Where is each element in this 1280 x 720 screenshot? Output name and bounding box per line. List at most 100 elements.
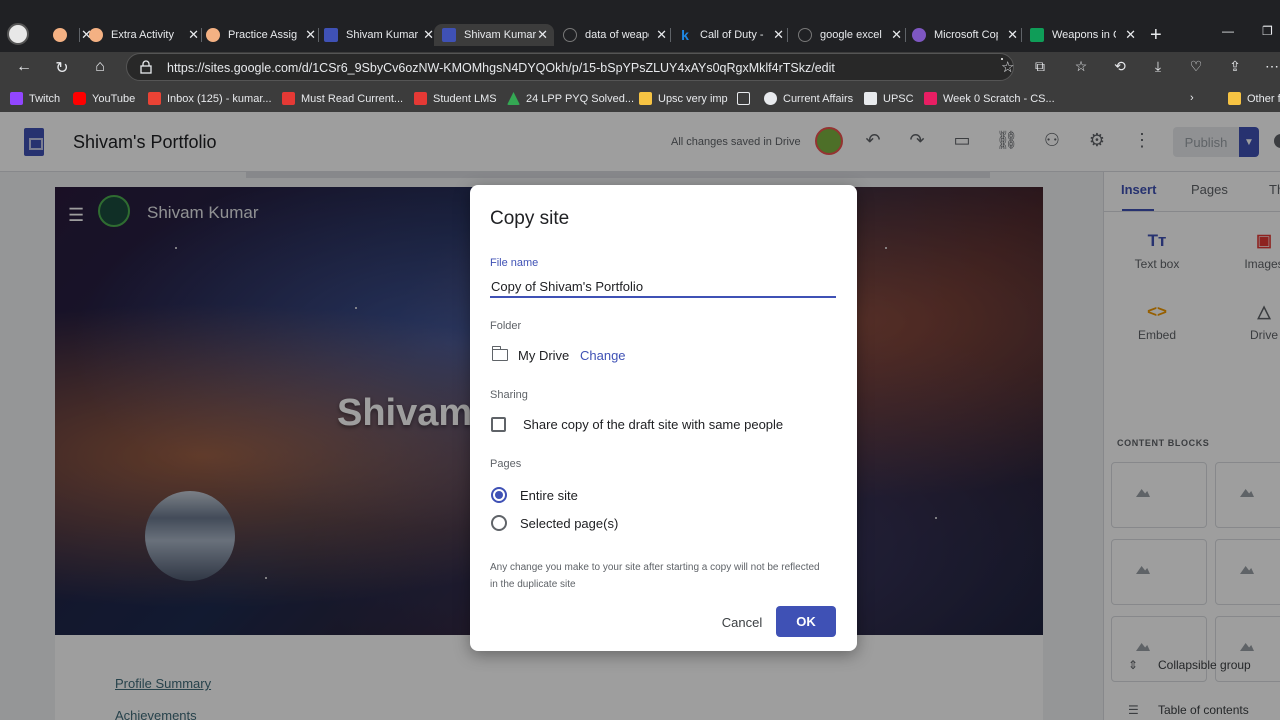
bookmark-item[interactable]: Current Affairs — [764, 92, 853, 105]
share-icon[interactable]: ⇪ — [1225, 58, 1245, 75]
tab-title: Weapons in C — [1052, 29, 1116, 41]
bookmark-favicon-icon — [864, 92, 877, 105]
gmail-icon — [148, 92, 161, 105]
copy-site-dialog: Copy site File name Folder My Drive Chan… — [470, 185, 857, 651]
tab-title: Call of Duty - — [700, 29, 764, 41]
cancel-button[interactable]: Cancel — [711, 607, 773, 637]
tab-title: Shivam Kumar — [346, 29, 419, 41]
tab-title: data of weapo — [585, 29, 649, 41]
selected-pages-label[interactable]: Selected page(s) — [520, 516, 618, 531]
tab-favicon-icon — [1030, 28, 1044, 42]
tab-close-icon[interactable]: ✕ — [188, 27, 199, 43]
tab-close-icon[interactable]: ✕ — [891, 27, 902, 43]
back-arrow-icon[interactable]: ← — [14, 58, 34, 76]
copy-note: Any change you make to your site after s… — [490, 562, 820, 590]
bookmark-favicon-icon — [414, 92, 427, 105]
tab-close-icon[interactable]: ✕ — [423, 27, 434, 43]
tab-close-icon[interactable]: ✕ — [656, 27, 667, 43]
browser-essentials-icon[interactable]: ♡ — [1186, 58, 1206, 75]
downloads-icon[interactable]: ⤓ — [1148, 58, 1168, 75]
maximize-window-icon[interactable]: ❐ — [1262, 24, 1273, 38]
file-name-label: File name — [490, 257, 539, 269]
tab-favicon-icon — [324, 28, 338, 42]
browser-tab-active[interactable]: Shivam Kumar ✕ — [434, 24, 554, 46]
tab-close-icon[interactable]: ✕ — [1007, 27, 1018, 43]
bookmark-item[interactable]: UPSC — [864, 92, 914, 105]
bookmark-favicon-icon — [924, 92, 937, 105]
folder-label: Folder — [490, 320, 522, 332]
tab-title: Practice Assig — [228, 29, 298, 41]
browser-tab[interactable]: ✕ — [53, 24, 92, 46]
browser-tab[interactable]: Microsoft Cop ✕ — [912, 24, 1018, 46]
new-tab-plus-icon[interactable]: + — [1150, 24, 1162, 47]
bookmarks-overflow-chevron-icon[interactable]: › — [1190, 92, 1194, 104]
entire-site-label[interactable]: Entire site — [520, 488, 578, 503]
tab-close-icon[interactable]: ✕ — [773, 27, 784, 43]
page-icon — [737, 92, 750, 105]
folder-icon — [1228, 92, 1241, 105]
tab-favicon-icon — [442, 28, 456, 42]
entire-site-radio[interactable] — [491, 487, 507, 503]
bookmark-item[interactable]: Student LMS — [414, 92, 497, 105]
tab-favicon-icon — [912, 28, 926, 42]
tab-favicon-icon: k — [681, 27, 689, 43]
bookmark-item[interactable]: Week 0 Scratch - CS... — [924, 92, 1055, 105]
browser-tab[interactable]: k Call of Duty - ✕ — [678, 24, 784, 46]
bookmarks-bar: Twitch YouTube Inbox (125) - kumar... Mu… — [0, 84, 1280, 112]
bookmark-folder[interactable]: Upsc very imp — [639, 92, 728, 105]
tab-title: Microsoft Cop — [934, 29, 998, 41]
browser-tab[interactable]: Shivam Kumar ✕ — [324, 24, 434, 46]
address-bar[interactable]: https://sites.google.com/d/1CSr6_9SbyCv6… — [126, 53, 1014, 81]
bookmark-favicon-icon — [764, 92, 777, 105]
bookmark-item[interactable]: Inbox (125) - kumar... — [148, 92, 272, 105]
lock-icon — [140, 60, 152, 74]
folder-icon — [491, 346, 508, 361]
selected-pages-radio[interactable] — [491, 515, 507, 531]
bookmark-favicon-icon — [282, 92, 295, 105]
browser-tab[interactable]: Practice Assig ✕ — [206, 24, 316, 46]
more-options-icon[interactable]: ⋯ — [1262, 58, 1280, 75]
browser-tab[interactable]: Extra Activity ✕ — [89, 24, 199, 46]
tab-close-icon[interactable]: ✕ — [537, 27, 548, 43]
bookmark-folder[interactable]: Other fa — [1228, 92, 1280, 105]
favorites-icon[interactable]: ☆ — [1071, 58, 1091, 75]
tab-favicon-icon — [53, 28, 67, 42]
reload-icon[interactable]: ↻ — [52, 58, 72, 78]
file-name-input[interactable] — [490, 276, 836, 298]
drive-icon — [507, 92, 520, 105]
sharing-label: Sharing — [490, 389, 528, 401]
browser-tab-bar: ✕ Extra Activity ✕ Practice Assig ✕ Shiv… — [0, 0, 1280, 52]
home-icon[interactable]: ⌂ — [90, 58, 110, 76]
bookmark-item[interactable]: 24 LPP PYQ Solved... — [507, 92, 634, 105]
tab-title: Shivam Kumar — [464, 29, 537, 41]
bookmark-item[interactable]: YouTube — [73, 92, 135, 105]
tab-title: google excel — [820, 29, 882, 41]
history-icon[interactable]: ⟲ — [1110, 58, 1130, 75]
browser-tab[interactable]: Weapons in C ✕ — [1030, 24, 1136, 46]
tab-favicon-icon — [563, 28, 577, 42]
minimize-window-icon[interactable]: — — [1222, 24, 1234, 38]
browser-profile-avatar[interactable] — [7, 23, 29, 45]
ok-button[interactable]: OK — [776, 606, 836, 637]
bookmark-star-icon[interactable]: ☆ — [1001, 58, 1014, 76]
youtube-icon — [73, 92, 86, 105]
tab-favicon-icon — [798, 28, 812, 42]
bookmark-item[interactable]: Twitch — [10, 92, 60, 105]
change-folder-link[interactable]: Change — [580, 348, 626, 363]
tab-close-icon[interactable]: ✕ — [305, 27, 316, 43]
dialog-title: Copy site — [490, 208, 570, 229]
share-copy-checkbox[interactable] — [491, 417, 506, 432]
share-copy-label[interactable]: Share copy of the draft site with same p… — [523, 417, 783, 432]
folder-icon — [639, 92, 652, 105]
folder-name: My Drive — [518, 348, 570, 363]
bookmark-item[interactable] — [737, 92, 756, 105]
browser-tab[interactable]: data of weapo ✕ — [563, 24, 667, 46]
twitch-icon — [10, 92, 23, 105]
browser-tab[interactable]: google excel ✕ — [798, 24, 902, 46]
pages-label: Pages — [490, 458, 522, 470]
tab-close-icon[interactable]: ✕ — [1125, 27, 1136, 43]
extensions-icon[interactable]: ⧉ — [1030, 58, 1050, 75]
bookmark-item[interactable]: Must Read Current... — [282, 92, 403, 105]
url-text: https://sites.google.com/d/1CSr6_9SbyCv6… — [167, 61, 835, 75]
tab-favicon-icon — [206, 28, 220, 42]
